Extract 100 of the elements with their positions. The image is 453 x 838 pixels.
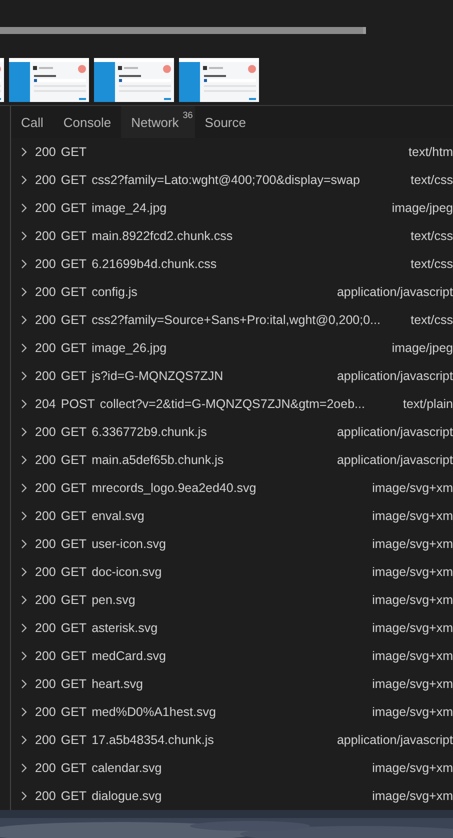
request-name[interactable]: config.js [92,285,138,299]
chevron-icon[interactable] [21,147,27,157]
content-type: text/css [410,229,453,243]
request-method: GET [60,565,87,579]
request-name[interactable]: image_24.jpg [92,201,167,215]
chevron-icon[interactable] [21,399,27,409]
chevron-icon[interactable] [21,707,27,717]
content-type: image/svg+xm [372,621,453,635]
request-name[interactable]: 6.336772b9.chunk.js [92,425,207,439]
request-method: GET [60,369,87,383]
content-type: image/svg+xm [372,677,453,691]
chevron-icon[interactable] [21,371,27,381]
request-name[interactable]: medCard.svg [92,649,166,663]
request-method: GET [60,509,87,523]
status-code: 200 [35,677,56,691]
request-name[interactable]: med%D0%A1hest.svg [92,705,216,719]
panel-tab[interactable]: Network 36 [121,106,195,138]
chevron-icon[interactable] [21,483,27,493]
chevron-icon[interactable] [21,231,27,241]
request-name[interactable]: pen.svg [92,593,136,607]
chevron-icon[interactable] [21,595,27,605]
request-method: GET [60,229,87,243]
request-name[interactable]: 6.21699b4d.chunk.css [92,257,217,271]
request-name[interactable]: css2?family=Lato:wght@400;700&display=swap [92,173,360,187]
status-code: 200 [35,537,56,551]
content-type: image/svg+xm [372,705,453,719]
status-code: 200 [35,509,56,523]
chevron-icon[interactable] [21,567,27,577]
chevron-icon[interactable] [21,623,27,633]
status-code: 200 [35,733,56,747]
chevron-icon[interactable] [21,511,27,521]
chevron-icon[interactable] [21,343,27,353]
panel-tab[interactable]: Source [194,106,256,138]
request-name[interactable]: css2?family=Source+Sans+Pro:ital,wght@0,200;0... [92,313,380,327]
request-method: GET [60,145,87,159]
status-code: 200 [35,789,56,803]
content-type: application/javascript [336,453,453,467]
status-code: 200 [35,341,56,355]
chevron-icon[interactable] [21,175,27,185]
request-method: GET [60,789,87,803]
content-type: text/css [410,257,453,271]
content-type: application/javascript [336,425,453,439]
content-type: text/plain [402,397,453,411]
content-type: image/jpeg [392,341,453,355]
request-name[interactable]: enval.svg [92,509,144,523]
status-code: 200 [35,425,56,439]
status-code: 200 [35,173,56,187]
status-code: 200 [35,565,56,579]
content-type: application/javascript [336,733,453,747]
content-type: image/svg+xm [372,481,453,495]
request-name[interactable]: user-icon.svg [92,537,166,551]
request-name[interactable]: collect?v=2&tid=G-MQNZQS7ZJN&gtm=2oeb... [100,397,365,411]
status-code: 200 [35,761,56,775]
status-code: 200 [35,649,56,663]
chevron-icon[interactable] [21,259,27,269]
request-name[interactable]: main.8922fcd2.chunk.css [92,229,233,243]
chevron-icon[interactable] [21,427,27,437]
chevron-icon[interactable] [21,287,27,297]
content-type: text/css [410,313,453,327]
content-type: text/css [410,173,453,187]
status-code: 200 [35,369,56,383]
status-code: 200 [35,453,56,467]
status-code: 200 [35,593,56,607]
content-type: application/javascript [336,369,453,383]
status-code: 200 [35,705,56,719]
chevron-icon[interactable] [21,679,27,689]
request-name[interactable]: image_26.jpg [92,341,167,355]
request-name[interactable]: js?id=G-MQNZQS7ZJN [92,369,224,383]
content-type: image/svg+xm [372,593,453,607]
content-type: image/svg+xm [372,537,453,551]
request-name[interactable]: heart.svg [92,677,143,691]
request-name[interactable]: main.a5def65b.chunk.js [92,453,224,467]
status-code: 200 [35,229,56,243]
request-count: 36 [182,110,193,120]
status-code: 200 [35,257,56,271]
request-name[interactable]: asterisk.svg [92,621,158,635]
request-name[interactable]: dialogue.svg [92,789,162,803]
panel-tab[interactable]: Call [11,106,54,138]
request-method: GET [60,313,87,327]
chevron-icon[interactable] [21,539,27,549]
panel-tab[interactable]: Console [53,106,122,138]
request-name[interactable]: 17.a5b48354.chunk.js [92,733,214,747]
request-name[interactable]: calendar.svg [92,761,162,775]
chevron-icon[interactable] [21,651,27,661]
request-method: GET [60,453,87,467]
request-name[interactable]: doc-icon.svg [92,565,162,579]
status-code: 200 [35,145,56,159]
chevron-icon[interactable] [21,455,27,465]
request-method: GET [60,593,87,607]
request-method: GET [60,425,87,439]
chevron-icon[interactable] [21,203,27,213]
content-type: application/javascript [336,285,453,299]
chevron-icon[interactable] [21,735,27,745]
chevron-icon[interactable] [21,763,27,773]
request-method: GET [60,677,87,691]
request-name[interactable]: mrecords_logo.9ea2ed40.svg [92,481,256,495]
request-method: GET [60,761,87,775]
chevron-icon[interactable] [21,791,27,801]
chevron-icon[interactable] [21,315,27,325]
request-method: GET [60,257,87,271]
